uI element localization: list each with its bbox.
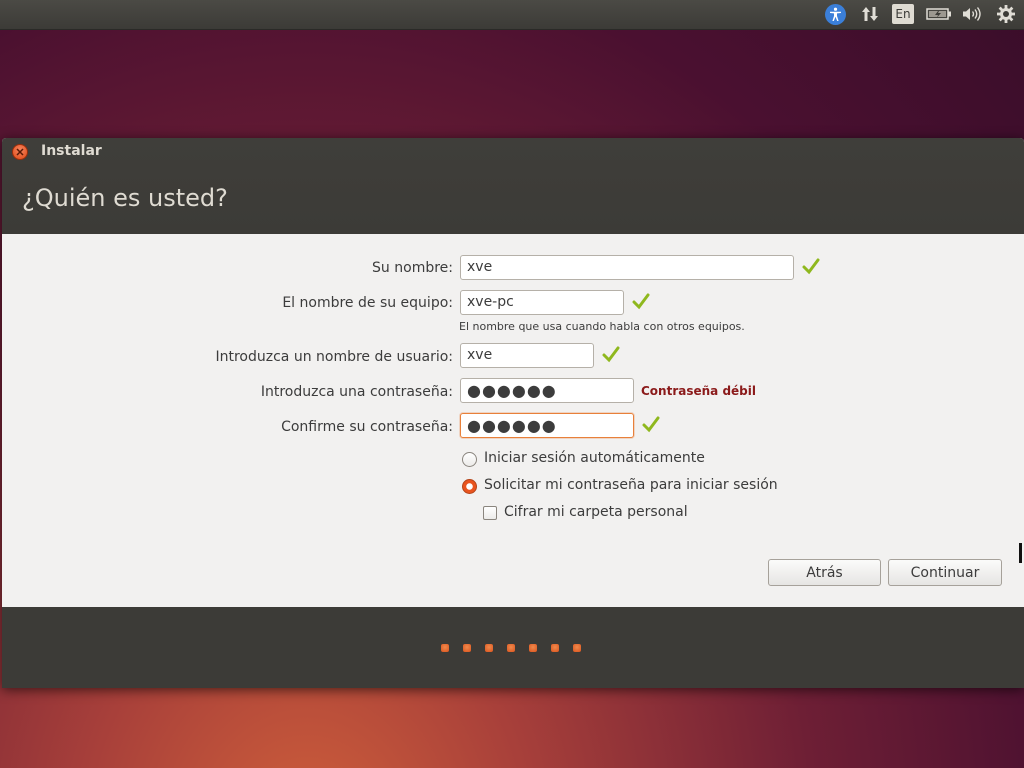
- top-panel: En: [0, 0, 1024, 30]
- mouse-cursor: [1019, 543, 1022, 563]
- progress-dot: [463, 644, 471, 652]
- auto-login-label[interactable]: Iniciar sesión automáticamente: [484, 450, 705, 466]
- progress-dot: [529, 644, 537, 652]
- computer-name-label: El nombre de su equipo:: [282, 295, 453, 311]
- volume-indicator[interactable]: [959, 3, 985, 25]
- require-password-label[interactable]: Solicitar mi contraseña para iniciar ses…: [484, 477, 778, 493]
- password-strength: Contraseña débil: [641, 384, 756, 398]
- gear-icon: [997, 5, 1015, 23]
- confirm-password-check-icon: [642, 416, 660, 433]
- username-field[interactable]: xve: [460, 343, 594, 368]
- keyboard-language-indicator[interactable]: En: [891, 3, 915, 25]
- accessibility-icon: [824, 3, 846, 25]
- battery-indicator[interactable]: [925, 3, 953, 25]
- network-indicator[interactable]: [857, 3, 883, 25]
- page-title: ¿Quién es usted?: [22, 184, 228, 212]
- progress-footer: [2, 607, 1024, 688]
- keyboard-language-icon: En: [892, 4, 914, 24]
- close-button[interactable]: [12, 144, 28, 160]
- back-button[interactable]: Atrás: [768, 559, 881, 586]
- encrypt-home-label[interactable]: Cifrar mi carpeta personal: [504, 504, 688, 520]
- progress-dot: [507, 644, 515, 652]
- installer-window: Instalar ¿Quién es usted? Su nombre: xve…: [2, 138, 1024, 688]
- name-label: Su nombre:: [372, 260, 453, 276]
- confirm-password-label: Confirme su contraseña:: [281, 419, 453, 435]
- session-indicator[interactable]: [993, 3, 1019, 25]
- battery-icon: [926, 8, 951, 20]
- username-check-icon: [602, 346, 620, 363]
- username-label: Introduzca un nombre de usuario:: [215, 349, 453, 365]
- titlebar: Instalar ¿Quién es usted?: [2, 138, 1024, 234]
- progress-dot: [441, 644, 449, 652]
- accessibility-indicator[interactable]: [822, 3, 848, 25]
- network-icon: [862, 7, 878, 21]
- computer-name-field[interactable]: xve-pc: [460, 290, 624, 315]
- progress-dot: [551, 644, 559, 652]
- confirm-password-field[interactable]: ●●●●●●: [460, 413, 634, 438]
- encrypt-home-checkbox[interactable]: [483, 506, 497, 520]
- name-field[interactable]: xve: [460, 255, 794, 280]
- auto-login-radio[interactable]: [462, 452, 477, 467]
- computer-name-check-icon: [632, 293, 650, 310]
- user-form: Su nombre: xve El nombre de su equipo: x…: [2, 234, 1024, 607]
- require-password-radio[interactable]: [462, 479, 477, 494]
- volume-icon: [963, 7, 981, 21]
- name-check-icon: [802, 258, 820, 275]
- progress-dot: [573, 644, 581, 652]
- window-title: Instalar: [41, 143, 102, 159]
- computer-name-hint: El nombre que usa cuando habla con otros…: [459, 320, 745, 333]
- password-label: Introduzca una contraseña:: [260, 384, 453, 400]
- close-icon: [16, 148, 24, 156]
- password-field[interactable]: ●●●●●●: [460, 378, 634, 403]
- continue-button[interactable]: Continuar: [888, 559, 1002, 586]
- progress-dot: [485, 644, 493, 652]
